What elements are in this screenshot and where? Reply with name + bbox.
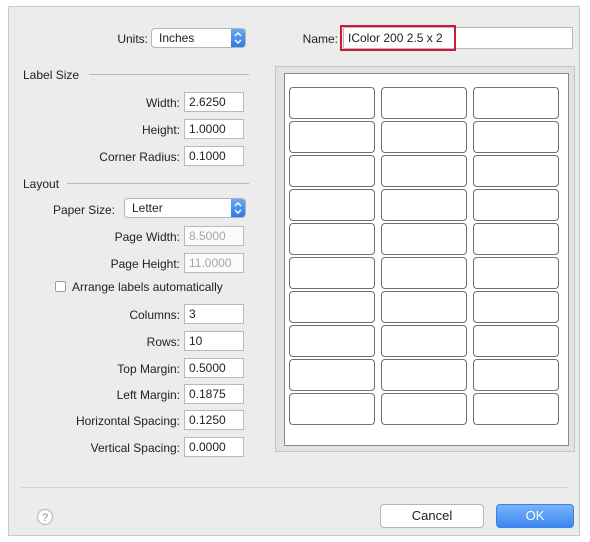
label-cell: [381, 291, 467, 323]
paper-size-label: Paper Size:: [52, 203, 115, 217]
page-width-label: Page Width:: [114, 230, 180, 244]
label-cell: [289, 87, 375, 119]
label-cell: [381, 87, 467, 119]
layout-heading: Layout: [23, 177, 60, 191]
paper-size-select[interactable]: Letter: [124, 198, 246, 218]
select-stepper-icon: [231, 29, 245, 47]
columns-field[interactable]: [184, 304, 244, 324]
width-field[interactable]: [184, 92, 244, 112]
label-cell: [473, 291, 559, 323]
label-cell: [289, 121, 375, 153]
columns-label: Columns:: [129, 308, 180, 322]
rows-field[interactable]: [184, 331, 244, 351]
arrange-auto-label: Arrange labels automatically: [72, 280, 223, 294]
corner-radius-field[interactable]: [184, 146, 244, 166]
footer-divider: [21, 487, 569, 488]
label-cell: [289, 155, 375, 187]
units-select[interactable]: Inches: [151, 28, 246, 48]
horizontal-spacing-field[interactable]: [184, 410, 244, 430]
label-cell: [381, 325, 467, 357]
label-cell: [473, 325, 559, 357]
select-stepper-icon: [231, 199, 245, 217]
label-cell: [381, 359, 467, 391]
label-cell: [473, 257, 559, 289]
label-cell: [473, 359, 559, 391]
height-label: Height:: [141, 123, 180, 137]
label-preview: [275, 66, 575, 452]
label-cell: [473, 393, 559, 425]
corner-radius-label: Corner Radius:: [99, 150, 180, 164]
label-setup-dialog: Units: Inches Name: Label Size Width: He…: [8, 6, 580, 536]
left-margin-field[interactable]: [184, 384, 244, 404]
name-label: Name:: [302, 32, 338, 46]
height-field[interactable]: [184, 119, 244, 139]
preview-page: [284, 73, 569, 446]
label-cell: [473, 121, 559, 153]
label-cell: [289, 223, 375, 255]
label-cell: [381, 121, 467, 153]
label-cell: [381, 223, 467, 255]
label-size-heading: Label Size: [23, 68, 80, 82]
label-cell: [381, 393, 467, 425]
vertical-spacing-field[interactable]: [184, 437, 244, 457]
top-margin-label: Top Margin:: [117, 362, 180, 376]
vertical-spacing-label: Vertical Spacing:: [90, 441, 180, 455]
page-height-field: [184, 253, 244, 273]
paper-size-value: Letter: [132, 201, 163, 215]
label-cell: [381, 155, 467, 187]
label-cell: [289, 189, 375, 221]
label-cell: [289, 325, 375, 357]
label-cell: [289, 257, 375, 289]
left-margin-label: Left Margin:: [116, 388, 180, 402]
layout-divider: [67, 183, 249, 184]
units-value: Inches: [159, 31, 195, 45]
label-cell: [473, 87, 559, 119]
units-label: Units:: [117, 32, 148, 46]
label-cell: [381, 189, 467, 221]
label-cell: [289, 291, 375, 323]
rows-label: Rows:: [146, 335, 180, 349]
label-size-divider: [89, 74, 249, 75]
ok-button[interactable]: OK: [496, 504, 574, 528]
label-cell: [381, 257, 467, 289]
width-label: Width:: [145, 96, 180, 110]
arrange-auto-checkbox[interactable]: [55, 281, 66, 292]
page-width-field: [184, 226, 244, 246]
label-cell: [289, 359, 375, 391]
cancel-button[interactable]: Cancel: [380, 504, 484, 528]
label-cell: [473, 155, 559, 187]
page-height-label: Page Height:: [110, 257, 180, 271]
help-icon: ?: [41, 512, 49, 524]
name-highlight-box: [340, 25, 456, 51]
label-cell: [473, 189, 559, 221]
label-cell: [473, 223, 559, 255]
top-margin-field[interactable]: [184, 358, 244, 378]
label-cell: [289, 393, 375, 425]
horizontal-spacing-label: Horizontal Spacing:: [75, 414, 180, 428]
help-button[interactable]: ?: [37, 509, 53, 525]
